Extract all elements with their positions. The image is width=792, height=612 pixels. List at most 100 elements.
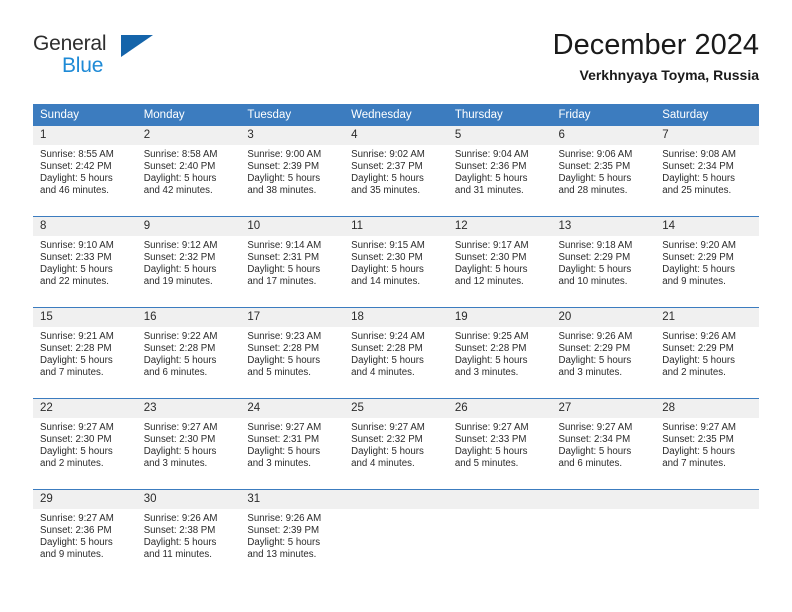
day-cell[interactable]: 19 Sunrise: 9:25 AM Sunset: 2:28 PM Dayligh… bbox=[447, 307, 552, 391]
day-cell[interactable]: 22 Sunrise: 9:27 AM Sunset: 2:30 PM Dayligh… bbox=[33, 398, 137, 482]
day-cell[interactable]: 26 Sunrise: 9:27 AM Sunset: 2:33 PM Dayligh… bbox=[447, 398, 552, 482]
daylight-text-line2: and 7 minutes. bbox=[40, 367, 104, 379]
day-details: Sunrise: 9:24 AM Sunset: 2:28 PM Daylight:… bbox=[344, 327, 448, 379]
daylight-text-line1: Daylight: 5 hours bbox=[558, 446, 632, 458]
daylight-text-line2: and 11 minutes. bbox=[143, 549, 212, 561]
sunrise-text: Sunrise: 9:24 AM bbox=[351, 331, 425, 342]
day-cell[interactable]: 29 Sunrise: 9:27 AM Sunset: 2:36 PM Dayligh… bbox=[33, 489, 137, 573]
day-cell[interactable]: 2 Sunrise: 8:58 AM Sunset: 2:40 PM Daylight… bbox=[136, 126, 241, 209]
daylight-text-line1: Daylight: 5 hours bbox=[351, 355, 424, 367]
daylight-text-line2: and 3 minutes. bbox=[558, 367, 623, 379]
daylight-text-line2: and 12 minutes. bbox=[454, 276, 524, 288]
sunrise-text: Sunrise: 9:27 AM bbox=[454, 422, 529, 433]
day-cell[interactable]: 21 Sunrise: 9:26 AM Sunset: 2:29 PM Dayligh… bbox=[655, 307, 759, 391]
daylight-text-line1: Daylight: 5 hours bbox=[40, 355, 113, 367]
day-cell[interactable]: 23 Sunrise: 9:27 AM Sunset: 2:30 PM Dayligh… bbox=[136, 398, 241, 482]
day-details: Sunrise: 9:17 AM Sunset: 2:30 PM Daylight:… bbox=[448, 236, 552, 288]
daylight-text-line1: Daylight: 5 hours bbox=[662, 446, 735, 458]
daylight-text-line1: Daylight: 5 hours bbox=[454, 264, 528, 276]
day-cell[interactable]: 15 Sunrise: 9:21 AM Sunset: 2:28 PM Dayligh… bbox=[33, 307, 137, 391]
day-cell[interactable]: 17 Sunrise: 9:23 AM Sunset: 2:28 PM Dayligh… bbox=[240, 307, 345, 391]
sunset-text: Sunset: 2:34 PM bbox=[558, 434, 631, 446]
calendar-table: Sunday Monday Tuesday Wednesday Thursday… bbox=[33, 104, 759, 573]
week-spacer bbox=[33, 300, 759, 308]
day-details: Sunrise: 9:20 AM Sunset: 2:29 PM Daylight:… bbox=[655, 236, 759, 288]
day-details: Sunrise: 9:10 AM Sunset: 2:33 PM Daylight:… bbox=[33, 236, 137, 288]
day-cell[interactable]: 12 Sunrise: 9:17 AM Sunset: 2:30 PM Dayligh… bbox=[447, 216, 552, 300]
daylight-text-line2: and 38 minutes. bbox=[247, 185, 317, 197]
day-cell[interactable]: 16 Sunrise: 9:22 AM Sunset: 2:28 PM Dayligh… bbox=[136, 307, 241, 391]
sunrise-text: Sunrise: 8:58 AM bbox=[143, 149, 218, 160]
day-number: 5 bbox=[447, 126, 552, 145]
logo-text-blue: Blue bbox=[62, 54, 104, 77]
page-title: December 2024 bbox=[552, 29, 759, 61]
weekday-header-thursday: Thursday bbox=[447, 104, 552, 126]
sunrise-text: Sunrise: 9:10 AM bbox=[40, 240, 114, 251]
day-cell[interactable]: 6 Sunrise: 9:06 AM Sunset: 2:35 PM Daylight… bbox=[551, 126, 656, 209]
day-cell[interactable]: 7 Sunrise: 9:08 AM Sunset: 2:34 PM Daylight… bbox=[655, 126, 759, 209]
daylight-text-line1: Daylight: 5 hours bbox=[351, 173, 424, 185]
day-cell[interactable]: 18 Sunrise: 9:24 AM Sunset: 2:28 PM Dayligh… bbox=[344, 307, 448, 391]
daylight-text-line1: Daylight: 5 hours bbox=[247, 173, 321, 185]
day-details: Sunrise: 9:26 AM Sunset: 2:38 PM Daylight:… bbox=[137, 509, 241, 561]
sunrise-text: Sunrise: 9:26 AM bbox=[558, 331, 633, 342]
day-number: 29 bbox=[33, 490, 137, 509]
day-cell[interactable]: 4 Sunrise: 9:02 AM Sunset: 2:37 PM Daylight… bbox=[344, 126, 448, 209]
week-spacer-cell bbox=[33, 300, 759, 308]
daylight-text-line2: and 2 minutes. bbox=[662, 367, 726, 379]
sunrise-text: Sunrise: 9:25 AM bbox=[454, 331, 529, 342]
day-number: 17 bbox=[240, 308, 345, 327]
daylight-text-line2: and 3 minutes. bbox=[247, 458, 311, 470]
day-cell[interactable]: 27 Sunrise: 9:27 AM Sunset: 2:34 PM Dayligh… bbox=[551, 398, 656, 482]
sunset-text: Sunset: 2:33 PM bbox=[454, 434, 527, 446]
day-cell[interactable]: 9 Sunrise: 9:12 AM Sunset: 2:32 PM Daylight… bbox=[136, 216, 241, 300]
weekday-header-wednesday: Wednesday bbox=[344, 104, 448, 126]
weekday-header-monday: Monday bbox=[136, 104, 241, 126]
calendar-header-row: Sunday Monday Tuesday Wednesday Thursday… bbox=[33, 104, 759, 126]
day-details: Sunrise: 9:27 AM Sunset: 2:33 PM Daylight:… bbox=[448, 418, 552, 470]
day-details: Sunrise: 9:27 AM Sunset: 2:30 PM Daylight:… bbox=[33, 418, 137, 470]
day-cell[interactable]: 30 Sunrise: 9:26 AM Sunset: 2:38 PM Dayligh… bbox=[136, 489, 241, 573]
day-number: 3 bbox=[240, 126, 345, 145]
sunset-text: Sunset: 2:37 PM bbox=[351, 161, 423, 173]
daylight-text-line1: Daylight: 5 hours bbox=[662, 264, 735, 276]
day-cell[interactable]: 11 Sunrise: 9:15 AM Sunset: 2:30 PM Dayligh… bbox=[344, 216, 448, 300]
day-number: 21 bbox=[655, 308, 759, 327]
sunrise-text: Sunrise: 9:02 AM bbox=[351, 149, 425, 160]
day-details: Sunrise: 9:27 AM Sunset: 2:35 PM Daylight:… bbox=[655, 418, 759, 470]
sunset-text: Sunset: 2:30 PM bbox=[40, 434, 112, 446]
sunrise-text: Sunrise: 9:20 AM bbox=[662, 240, 736, 251]
day-details: Sunrise: 9:04 AM Sunset: 2:36 PM Daylight:… bbox=[448, 145, 552, 197]
daylight-text-line2: and 17 minutes. bbox=[247, 276, 317, 288]
day-cell[interactable]: 13 Sunrise: 9:18 AM Sunset: 2:29 PM Dayligh… bbox=[551, 216, 656, 300]
sunset-text: Sunset: 2:31 PM bbox=[247, 434, 320, 446]
sunset-text: Sunset: 2:31 PM bbox=[247, 252, 320, 264]
day-cell[interactable]: 28 Sunrise: 9:27 AM Sunset: 2:35 PM Dayligh… bbox=[655, 398, 759, 482]
general-blue-logo[interactable]: General Blue bbox=[33, 32, 163, 84]
week-row: 29 Sunrise: 9:27 AM Sunset: 2:36 PM Dayligh… bbox=[33, 489, 759, 573]
sunset-text: Sunset: 2:34 PM bbox=[662, 161, 734, 173]
sunset-text: Sunset: 2:38 PM bbox=[143, 525, 216, 537]
day-number: 19 bbox=[447, 308, 552, 327]
sunset-text: Sunset: 2:28 PM bbox=[40, 343, 112, 355]
day-cell[interactable]: 8 Sunrise: 9:10 AM Sunset: 2:33 PM Daylight… bbox=[33, 216, 137, 300]
day-details: Sunrise: 9:27 AM Sunset: 2:30 PM Daylight:… bbox=[137, 418, 241, 470]
day-cell[interactable]: 31 Sunrise: 9:26 AM Sunset: 2:39 PM Dayligh… bbox=[240, 489, 345, 573]
sunset-text: Sunset: 2:30 PM bbox=[143, 434, 216, 446]
day-cell-empty bbox=[447, 489, 552, 573]
day-cell[interactable]: 20 Sunrise: 9:26 AM Sunset: 2:29 PM Dayligh… bbox=[551, 307, 656, 391]
day-cell[interactable]: 5 Sunrise: 9:04 AM Sunset: 2:36 PM Daylight… bbox=[447, 126, 552, 209]
day-cell[interactable]: 25 Sunrise: 9:27 AM Sunset: 2:32 PM Dayligh… bbox=[344, 398, 448, 482]
calendar-body: 1 Sunrise: 8:55 AM Sunset: 2:42 PM Daylight… bbox=[33, 126, 759, 573]
day-cell[interactable]: 1 Sunrise: 8:55 AM Sunset: 2:42 PM Daylight… bbox=[33, 126, 137, 209]
sunset-text: Sunset: 2:32 PM bbox=[143, 252, 216, 264]
daylight-text-line2: and 46 minutes. bbox=[40, 185, 109, 197]
logo-triangle-icon bbox=[121, 35, 153, 57]
day-cell[interactable]: 3 Sunrise: 9:00 AM Sunset: 2:39 PM Daylight… bbox=[240, 126, 345, 209]
day-cell[interactable]: 10 Sunrise: 9:14 AM Sunset: 2:31 PM Dayligh… bbox=[240, 216, 345, 300]
day-cell[interactable]: 14 Sunrise: 9:20 AM Sunset: 2:29 PM Dayligh… bbox=[655, 216, 759, 300]
day-cell-empty bbox=[655, 489, 759, 573]
daylight-text-line2: and 28 minutes. bbox=[558, 185, 628, 197]
daylight-text-line2: and 14 minutes. bbox=[351, 276, 421, 288]
day-cell[interactable]: 24 Sunrise: 9:27 AM Sunset: 2:31 PM Dayligh… bbox=[240, 398, 345, 482]
